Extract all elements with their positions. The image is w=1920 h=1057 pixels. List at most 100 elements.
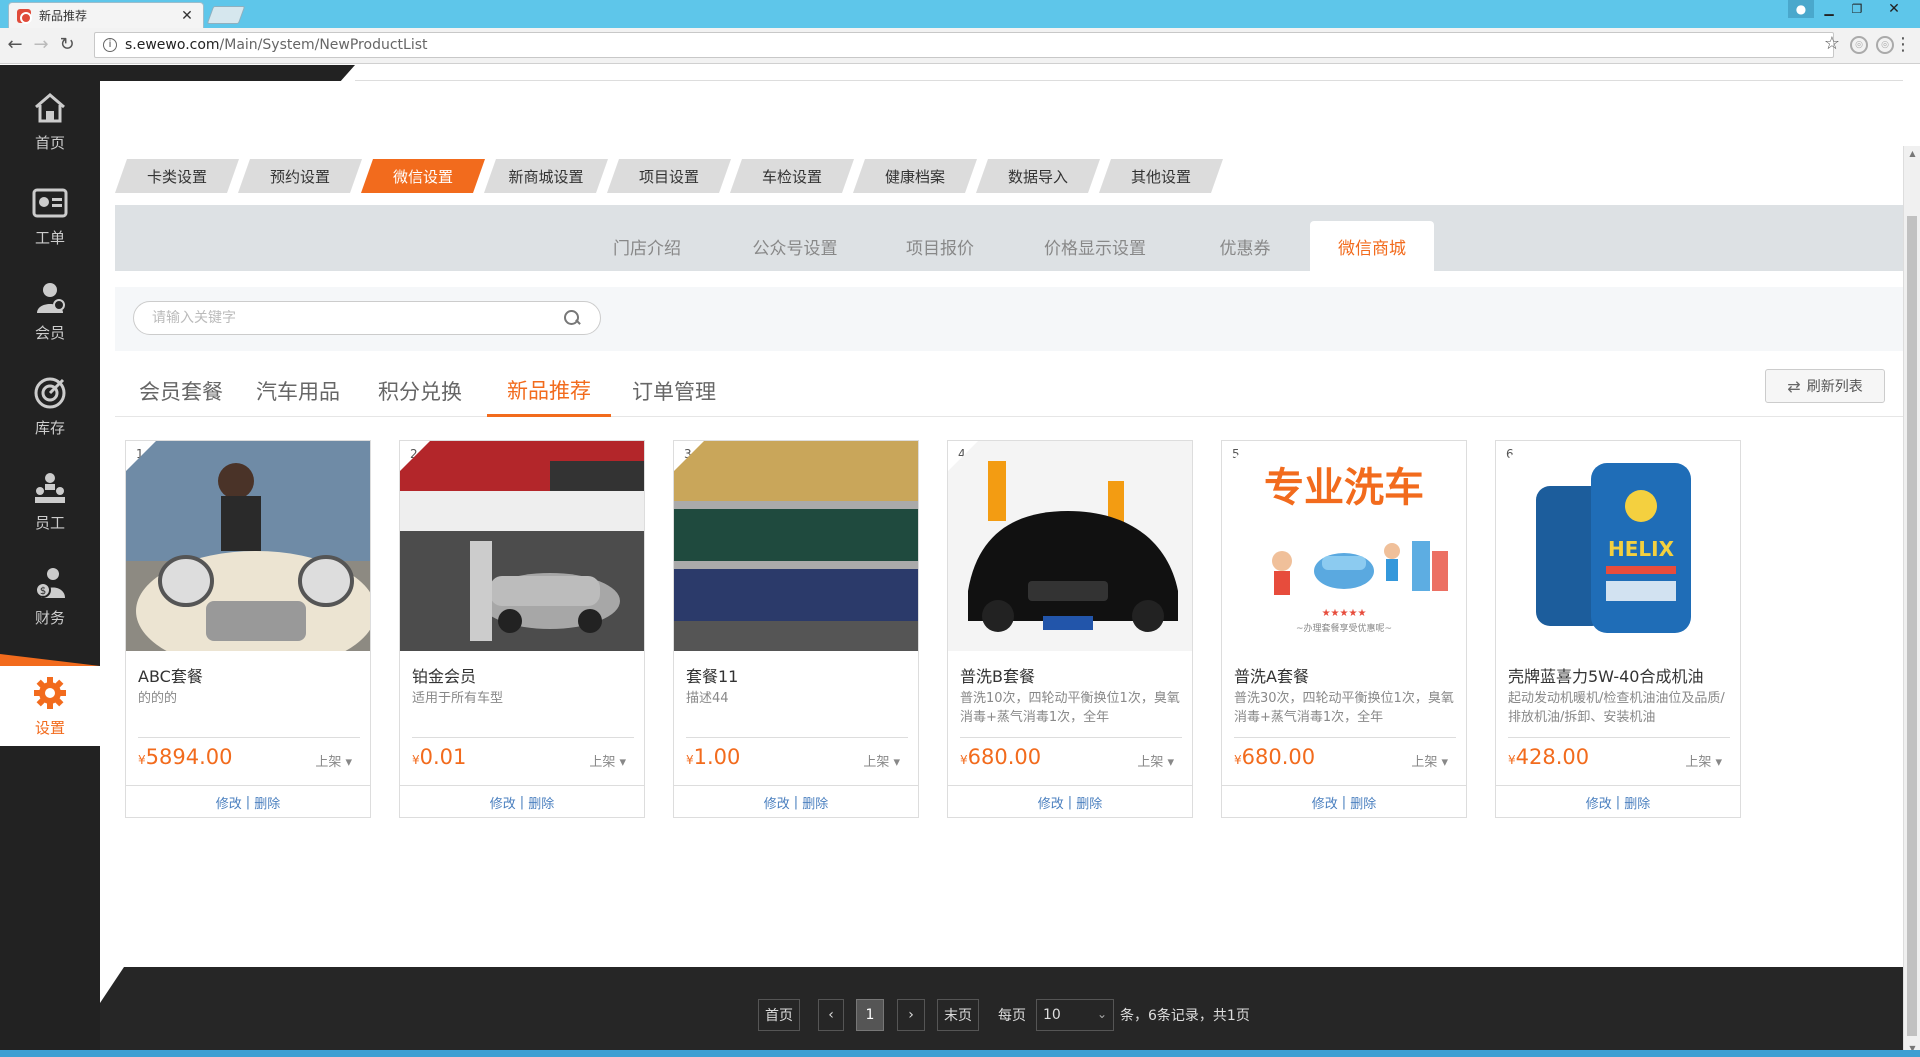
delete-link[interactable]: 删除	[1076, 793, 1102, 812]
inventory-icon	[32, 375, 68, 411]
header-line	[355, 80, 1903, 81]
pagination-summary: 条，6条记录，共1页	[1120, 1008, 1250, 1024]
product-card[interactable]: 1 ABC套餐 的的的 ¥5894.00 上架 ▾ 修改 | 删除	[125, 440, 371, 818]
refresh-list-button[interactable]: ⇄ 刷新列表	[1765, 369, 1885, 403]
tab-member-packages[interactable]: 会员套餐	[115, 365, 247, 417]
delete-link[interactable]: 删除	[1350, 793, 1376, 812]
subtab-project-quote[interactable]: 项目报价	[880, 221, 1000, 271]
subtab-official-account[interactable]: 公众号设置	[725, 221, 865, 271]
vertical-scrollbar[interactable]: ▲ ▼	[1903, 146, 1920, 1057]
address-bar[interactable]: i s.ewewo.com/Main/System/NewProductList	[94, 32, 1834, 58]
close-window-button[interactable]: ✕	[1872, 0, 1916, 18]
extension-icon-2[interactable]: ◎	[1876, 36, 1894, 54]
delete-link[interactable]: 删除	[528, 793, 554, 812]
back-icon[interactable]: ←	[4, 34, 26, 56]
browser-menu-icon[interactable]: ⋮	[1894, 34, 1912, 55]
sidebar-item-ticket[interactable]: 工单	[0, 176, 100, 256]
sidebar: 首页 工单 会员 库存 员工 $ 财务 设置	[0, 81, 100, 1057]
edit-link[interactable]: 修改	[490, 793, 516, 812]
tab-order-management[interactable]: 订单管理	[615, 365, 733, 417]
status-label: 上架	[1137, 755, 1164, 770]
subtab-store-intro[interactable]: 门店介绍	[587, 221, 707, 271]
browser-tab[interactable]: 新品推荐 ✕	[8, 2, 204, 28]
status-dropdown[interactable]: 上架 ▾	[1411, 751, 1448, 770]
per-page-select[interactable]: 10 ⌄	[1036, 999, 1114, 1031]
new-tab-button[interactable]	[206, 6, 246, 24]
reload-icon[interactable]: ↻	[56, 34, 78, 56]
tab-wechat-settings[interactable]: 微信设置	[361, 159, 485, 193]
edit-link[interactable]: 修改	[1586, 793, 1612, 812]
sidebar-item-home[interactable]: 首页	[0, 81, 100, 161]
product-card[interactable]: 专业洗车 ★★★★★ ~办理套餐享受优惠呢~ 5 普洗A套餐 普洗30次，四轮动平衡…	[1221, 440, 1467, 818]
tab-new-mall-settings[interactable]: 新商城设置	[484, 159, 608, 193]
edit-link[interactable]: 修改	[1038, 793, 1064, 812]
product-card[interactable]: 3 套餐11 描述44 ¥1.00 上架 ▾ 修改 | 删除	[673, 440, 919, 818]
subtab-wechat-mall[interactable]: 微信商城	[1310, 221, 1434, 271]
profile-icon[interactable]: ●	[1788, 0, 1814, 18]
forward-icon[interactable]: →	[30, 34, 52, 56]
subtab-coupons[interactable]: 优惠券	[1190, 221, 1300, 271]
status-dropdown[interactable]: 上架 ▾	[863, 751, 900, 770]
edit-link[interactable]: 修改	[216, 793, 242, 812]
search-icon[interactable]	[562, 308, 582, 328]
product-card[interactable]: 4 普洗B套餐 普洗10次，四轮动平衡换位1次，臭氧消毒+蒸气消毒1次，全年 ¥…	[947, 440, 1193, 818]
tab-new-products[interactable]: 新品推荐	[487, 365, 611, 417]
member-icon	[32, 280, 68, 316]
extension-icon[interactable]: ◎	[1850, 36, 1868, 54]
chevron-down-icon: ▾	[893, 755, 900, 770]
currency-symbol: ¥	[412, 753, 420, 767]
chevron-down-icon: ▾	[1441, 755, 1448, 770]
sidebar-item-settings[interactable]: 设置	[0, 666, 100, 746]
status-dropdown[interactable]: 上架 ▾	[1685, 751, 1722, 770]
edit-link[interactable]: 修改	[764, 793, 790, 812]
search-input[interactable]	[152, 310, 562, 326]
subtab-price-display[interactable]: 价格显示设置	[1015, 221, 1175, 271]
edit-link[interactable]: 修改	[1312, 793, 1338, 812]
close-tab-icon[interactable]: ✕	[179, 8, 195, 24]
first-page-button[interactable]: 首页	[758, 999, 800, 1031]
status-dropdown[interactable]: 上架 ▾	[589, 751, 626, 770]
tab-card-settings[interactable]: 卡类设置	[115, 159, 239, 193]
tab-booking-settings[interactable]: 预约设置	[238, 159, 362, 193]
product-desc: 的的的	[138, 691, 178, 706]
prev-page-button[interactable]: ‹	[818, 999, 844, 1031]
restore-button[interactable]: ❐	[1844, 0, 1870, 18]
last-page-button[interactable]: 末页	[937, 999, 979, 1031]
page-number-current[interactable]: 1	[856, 999, 884, 1031]
product-card[interactable]: HELIX 6 壳牌蓝喜力5W-40合成机油 起动发动机暖机/检查机油油位及品质…	[1495, 440, 1741, 818]
product-card[interactable]: 2 铂金会员 适用于所有车型 ¥0.01 上架 ▾ 修改 | 删除	[399, 440, 645, 818]
delete-link[interactable]: 删除	[254, 793, 280, 812]
site-info-icon[interactable]: i	[103, 38, 117, 52]
sidebar-item-inventory[interactable]: 库存	[0, 366, 100, 446]
scrollbar-thumb[interactable]	[1907, 216, 1917, 1036]
tab-data-import[interactable]: 数据导入	[976, 159, 1100, 193]
status-dropdown[interactable]: 上架 ▾	[315, 751, 352, 770]
tab-car-supplies[interactable]: 汽车用品	[239, 365, 357, 417]
tab-points-exchange[interactable]: 积分兑换	[361, 365, 479, 417]
tab-other-settings[interactable]: 其他设置	[1099, 159, 1223, 193]
scroll-up-icon[interactable]: ▲	[1904, 146, 1920, 162]
next-page-button[interactable]: ›	[897, 999, 925, 1031]
tab-health-records[interactable]: 健康档案	[853, 159, 977, 193]
delete-link[interactable]: 删除	[1624, 793, 1650, 812]
currency-symbol: ¥	[1234, 753, 1242, 767]
action-separator: |	[1067, 794, 1073, 810]
product-price: ¥5894.00	[138, 745, 232, 769]
tab-inspection-settings[interactable]: 车检设置	[730, 159, 854, 193]
tab-project-settings[interactable]: 项目设置	[607, 159, 731, 193]
price-value: 680.00	[967, 745, 1042, 769]
bookmark-star-icon[interactable]: ☆	[1824, 33, 1840, 54]
category-tabs: 会员套餐 汽车用品 积分兑换 新品推荐 订单管理 ⇄ 刷新列表	[115, 365, 1903, 417]
delete-link[interactable]: 删除	[802, 793, 828, 812]
sidebar-item-member[interactable]: 会员	[0, 271, 100, 351]
product-image	[400, 441, 644, 651]
sidebar-item-finance[interactable]: $ 财务	[0, 556, 100, 636]
currency-symbol: ¥	[960, 753, 968, 767]
sidebar-item-staff[interactable]: 员工	[0, 461, 100, 541]
minimize-button[interactable]: ▁	[1816, 0, 1842, 18]
card-actions: 修改 | 删除	[674, 785, 918, 818]
product-image	[948, 441, 1192, 651]
card-actions: 修改 | 删除	[400, 785, 644, 818]
status-dropdown[interactable]: 上架 ▾	[1137, 751, 1174, 770]
product-image	[126, 441, 370, 651]
